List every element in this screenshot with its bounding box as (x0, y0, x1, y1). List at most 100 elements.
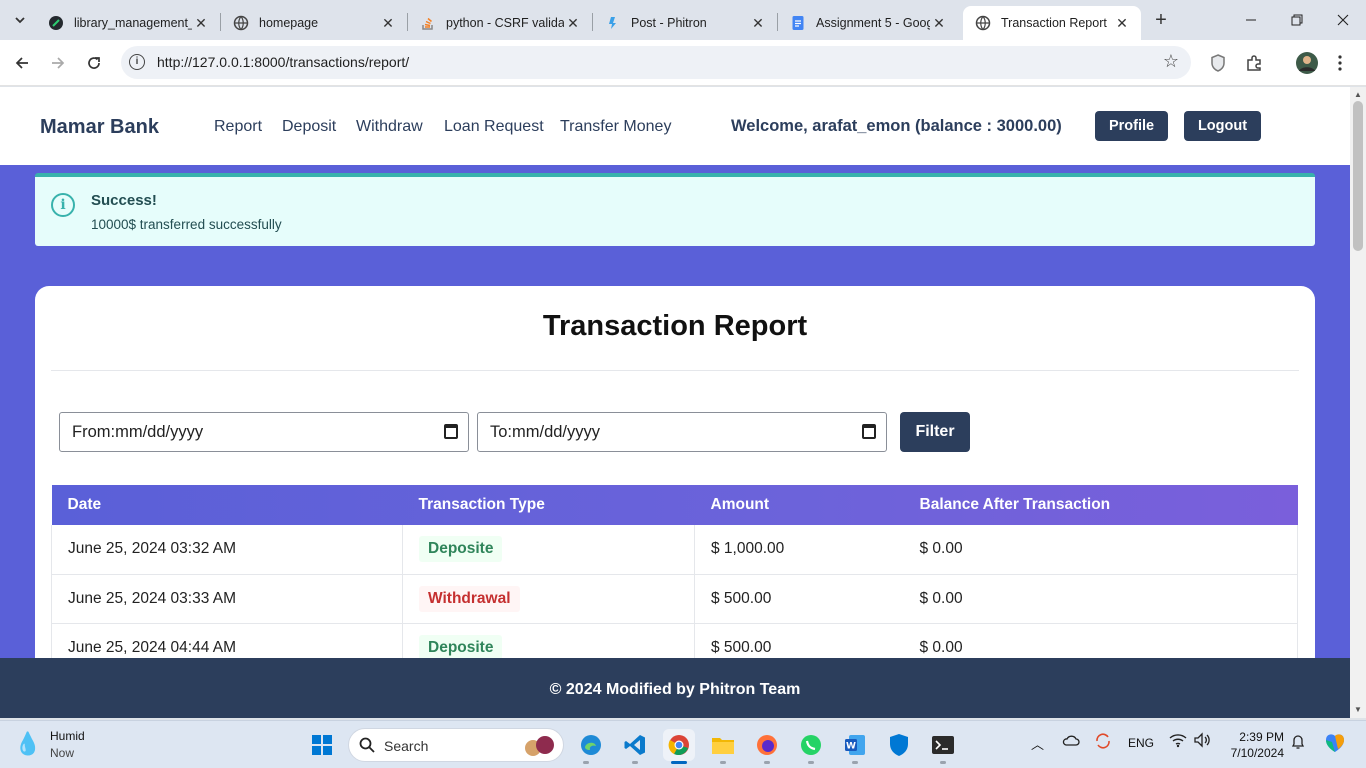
restore-button[interactable] (1274, 0, 1320, 40)
from-date-placeholder: From:mm/dd/yyyy (72, 423, 204, 441)
nav-link-report[interactable]: Report (214, 118, 262, 136)
table-row: June 25, 2024 03:33 AM Withdrawal $ 500.… (51, 574, 1298, 624)
brand-logo[interactable]: Mamar Bank (40, 116, 159, 139)
browser-tab[interactable]: Assignment 5 - Goog ✕ (778, 6, 958, 40)
browser-tab[interactable]: Post - Phitron ✕ (593, 6, 777, 40)
windows-logo-icon (312, 735, 332, 755)
browser-tab-active[interactable]: Transaction Report ✕ (963, 6, 1141, 40)
site-footer: © 2024 Modified by Phitron Team (0, 658, 1350, 718)
calendar-icon[interactable] (862, 424, 876, 439)
browser-tab[interactable]: homepage ✕ (221, 6, 407, 40)
close-tab-icon[interactable]: ✕ (1113, 14, 1131, 32)
onedrive-cloud-icon[interactable] (1062, 733, 1080, 750)
tab-search-button[interactable] (6, 6, 34, 34)
close-tab-icon[interactable]: ✕ (192, 14, 210, 32)
search-highlight-icon (525, 736, 554, 756)
profile-button[interactable]: Profile (1095, 111, 1168, 141)
cell-date: June 25, 2024 03:32 AM (51, 525, 403, 575)
start-button[interactable] (306, 729, 338, 761)
browser-menu-icon[interactable] (1327, 50, 1353, 76)
taskbar-app-chrome[interactable] (663, 729, 695, 761)
shield-extension-icon[interactable] (1205, 50, 1231, 76)
taskbar-search-box[interactable]: Search (348, 728, 564, 762)
volume-icon[interactable] (1193, 732, 1211, 751)
tab-title: Transaction Report (1001, 16, 1107, 30)
copilot-icon[interactable] (1322, 730, 1348, 759)
new-tab-button[interactable]: + (1150, 9, 1172, 31)
restore-icon (1291, 14, 1303, 26)
folder-icon (712, 738, 734, 754)
globe-icon (975, 15, 991, 31)
taskbar-app-file-explorer[interactable] (707, 729, 739, 761)
tab-title: Post - Phitron (631, 16, 707, 30)
success-alert: i Success! 10000$ transferred successful… (35, 173, 1315, 246)
scroll-down-arrow-icon[interactable]: ▼ (1354, 705, 1362, 714)
app-running-indicator (583, 761, 589, 764)
reload-icon (88, 57, 100, 69)
cell-balance: $ 0.00 (903, 525, 1298, 575)
plus-icon: + (1155, 8, 1167, 31)
cell-date: June 25, 2024 03:33 AM (51, 574, 403, 624)
minimize-button[interactable] (1228, 0, 1274, 40)
withdrawal-badge: Withdrawal (419, 585, 520, 612)
weather-title: Humid (50, 729, 85, 743)
forward-button[interactable] (43, 48, 73, 78)
divider (51, 370, 1299, 371)
language-indicator[interactable]: ENG (1128, 736, 1154, 750)
globe-icon (233, 15, 249, 31)
nav-link-loan-request[interactable]: Loan Request (444, 118, 544, 136)
close-window-button[interactable] (1320, 0, 1366, 40)
scroll-up-arrow-icon[interactable]: ▲ (1354, 90, 1362, 99)
taskbar-app-vscode[interactable] (619, 729, 651, 761)
weather-widget[interactable]: 💧 Humid Now (14, 729, 134, 761)
calendar-icon[interactable] (444, 424, 458, 439)
cell-type: Withdrawal (402, 574, 695, 624)
transaction-report-card: Transaction Report From:mm/dd/yyyy To:mm… (35, 286, 1315, 718)
tab-title: Assignment 5 - Goog (816, 16, 930, 30)
browser-tab[interactable]: library_management_ ✕ (36, 6, 220, 40)
close-tab-icon[interactable]: ✕ (930, 14, 948, 32)
back-button[interactable] (7, 48, 37, 78)
bookmark-star-icon[interactable]: ☆ (1163, 51, 1179, 72)
edge-icon (581, 735, 601, 755)
vscode-icon (624, 735, 645, 755)
nav-link-withdraw[interactable]: Withdraw (356, 118, 423, 136)
taskbar-app-word[interactable]: W (839, 729, 871, 761)
nav-link-transfer-money[interactable]: Transfer Money (560, 118, 671, 136)
extensions-puzzle-icon[interactable] (1241, 50, 1267, 76)
taskbar-app-defender[interactable] (883, 729, 915, 761)
taskbar-app-edge[interactable] (575, 729, 607, 761)
site-info-icon[interactable]: i (129, 54, 145, 70)
app-running-indicator (852, 761, 858, 764)
browser-tab[interactable]: python - CSRF validat ✕ (408, 6, 592, 40)
wifi-icon[interactable] (1169, 732, 1187, 751)
taskbar-app-firefox[interactable] (751, 729, 783, 761)
whatsapp-icon (801, 735, 821, 755)
close-tab-icon[interactable]: ✕ (564, 14, 582, 32)
page-scrollbar[interactable]: ▲ ▼ (1350, 87, 1366, 718)
tray-overflow-chevron-icon[interactable]: ︿ (1031, 734, 1044, 753)
to-date-input[interactable]: To:mm/dd/yyyy (477, 412, 887, 452)
notification-bell-icon[interactable] (1291, 734, 1305, 753)
to-date-placeholder: To:mm/dd/yyyy (490, 423, 601, 441)
column-header-date: Date (67, 496, 102, 513)
welcome-balance-text: Welcome, arafat_emon (balance : 3000.00) (731, 117, 1062, 135)
scrollbar-thumb[interactable] (1353, 101, 1363, 251)
taskbar-app-whatsapp[interactable] (795, 729, 827, 761)
profile-avatar-icon[interactable] (1294, 50, 1320, 76)
address-bar[interactable]: i http://127.0.0.1:8000/transactions/rep… (121, 46, 1191, 79)
app-running-indicator (720, 761, 726, 764)
taskbar-app-terminal[interactable] (927, 729, 959, 761)
close-tab-icon[interactable]: ✕ (749, 14, 767, 32)
tab-title: homepage (259, 16, 319, 30)
sync-icon[interactable] (1094, 732, 1112, 753)
system-clock[interactable]: 2:39 PM 7/10/2024 (1222, 729, 1284, 761)
url-text[interactable]: http://127.0.0.1:8000/transactions/repor… (157, 54, 409, 70)
active-app-indicator (671, 761, 687, 764)
nav-link-deposit[interactable]: Deposit (282, 118, 336, 136)
filter-button[interactable]: Filter (900, 412, 970, 452)
close-tab-icon[interactable]: ✕ (379, 14, 397, 32)
from-date-input[interactable]: From:mm/dd/yyyy (59, 412, 469, 452)
logout-button[interactable]: Logout (1184, 111, 1261, 141)
reload-button[interactable] (79, 48, 109, 78)
